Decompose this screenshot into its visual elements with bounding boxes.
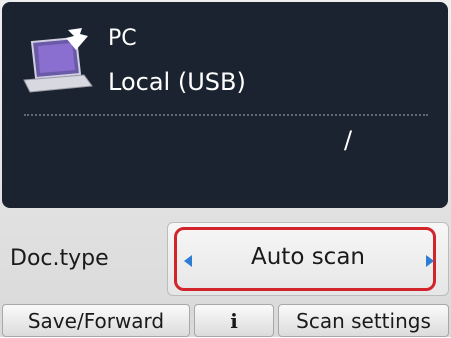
- doc-type-row: Doc.type Auto scan: [0, 210, 451, 302]
- save-forward-button[interactable]: Save/Forward: [2, 304, 190, 337]
- arrow-right-icon[interactable]: [426, 255, 434, 267]
- doc-type-selector[interactable]: Auto scan: [167, 222, 449, 296]
- scanner-lcd-screen: PC Local (USB) / Doc.type Auto scan Save…: [0, 0, 451, 337]
- scan-settings-button[interactable]: Scan settings: [278, 304, 449, 337]
- connection-type: Local (USB): [108, 68, 246, 96]
- info-button[interactable]: i: [194, 304, 274, 337]
- doc-type-value: Auto scan: [250, 244, 365, 270]
- doc-type-label: Doc.type: [10, 246, 109, 271]
- laptop-icon: [23, 28, 93, 93]
- destination-panel: PC Local (USB) /: [2, 2, 448, 208]
- save-path-text: /: [344, 126, 353, 154]
- divider: [24, 114, 428, 116]
- destination-name: PC: [108, 26, 137, 51]
- softkey-bar: Save/Forward i Scan settings: [0, 304, 451, 337]
